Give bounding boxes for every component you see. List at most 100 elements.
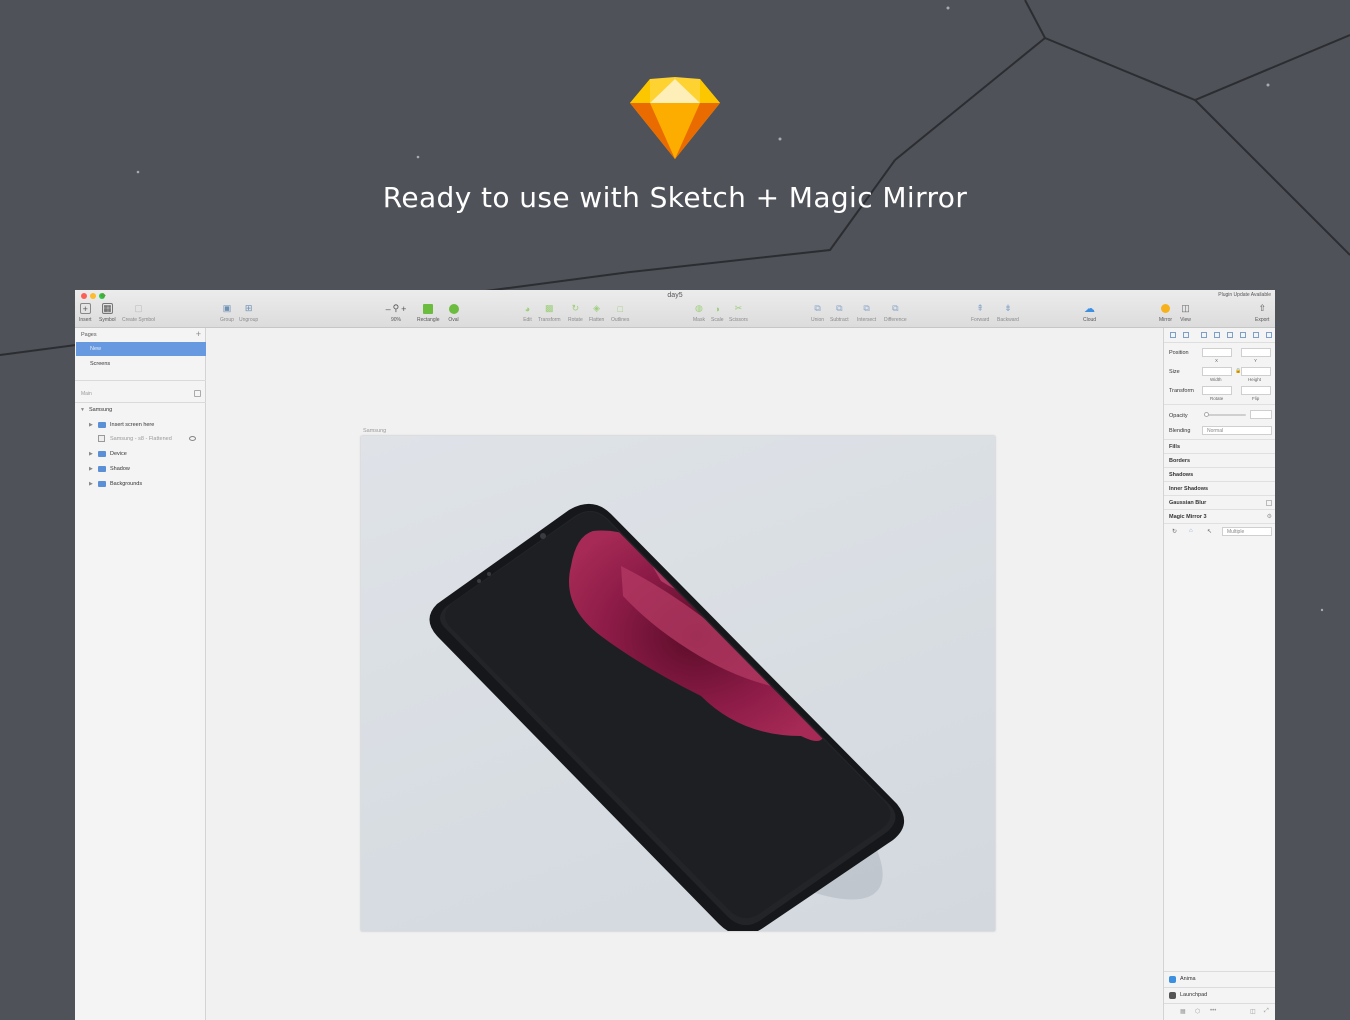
sketch-logo bbox=[630, 77, 720, 159]
flatten-button[interactable]: ◈ Flatten bbox=[589, 303, 604, 323]
oval-button[interactable]: Oval bbox=[448, 303, 459, 323]
magic-mirror-section[interactable]: Magic Mirror 3 ⚙ bbox=[1164, 509, 1275, 523]
edit-button[interactable]: ◕ Edit bbox=[522, 303, 533, 324]
cloud-button[interactable]: ☁ Cloud bbox=[1083, 303, 1096, 323]
subtract-icon: ⧉ bbox=[836, 303, 843, 313]
mirror-button[interactable]: Mirror bbox=[1159, 303, 1172, 323]
shadows-section[interactable]: Shadows bbox=[1164, 467, 1275, 481]
y-input[interactable] bbox=[1241, 348, 1271, 357]
blur-checkbox[interactable] bbox=[1266, 500, 1272, 506]
eye-icon[interactable] bbox=[189, 436, 196, 441]
create-symbol-button[interactable]: ▢ Create Symbol bbox=[122, 303, 155, 323]
layer-device[interactable]: ▶ Device bbox=[75, 447, 205, 461]
forward-button[interactable]: ⇞ Forward bbox=[971, 303, 989, 323]
mirror-mode-select[interactable]: Multiple bbox=[1222, 527, 1272, 536]
borders-section[interactable]: Borders bbox=[1164, 453, 1275, 467]
align-top-icon[interactable] bbox=[1214, 332, 1220, 338]
distribute-horizontal-icon[interactable] bbox=[1253, 332, 1259, 338]
zoom-out-button[interactable]: – bbox=[386, 304, 391, 314]
layer-artboard-samsung[interactable]: ▼ Samsung bbox=[75, 403, 205, 417]
export-button[interactable]: ⇧ Export bbox=[1255, 303, 1269, 323]
flip-buttons[interactable] bbox=[1241, 386, 1271, 395]
mask-button[interactable]: ◍ Mask bbox=[693, 303, 705, 323]
disclosure-closed-icon[interactable]: ▶ bbox=[89, 481, 93, 487]
intersect-icon: ⧉ bbox=[863, 303, 870, 313]
disclosure-open-icon[interactable]: ▼ bbox=[80, 407, 85, 413]
transform-button[interactable]: ▩ Transform bbox=[538, 303, 561, 323]
union-icon: ⧉ bbox=[814, 303, 821, 313]
outlines-button[interactable]: □ Outlines bbox=[611, 303, 629, 324]
height-input[interactable] bbox=[1241, 367, 1271, 376]
align-left-icon[interactable] bbox=[1170, 332, 1176, 338]
align-center-icon[interactable] bbox=[1183, 332, 1189, 338]
align-right-icon[interactable] bbox=[1201, 332, 1207, 338]
settings-gear-icon[interactable]: ⚙ bbox=[1267, 513, 1272, 520]
expand-icon[interactable]: ⤢ bbox=[1264, 1008, 1269, 1015]
scissors-button[interactable]: ✂ Scissors bbox=[729, 303, 748, 323]
ungroup-icon: ⊞ bbox=[244, 303, 253, 313]
image-quality-icon[interactable]: ⌂ bbox=[1189, 528, 1193, 534]
difference-button[interactable]: ⧉ Difference bbox=[884, 303, 907, 323]
grid-icon[interactable]: ▦ bbox=[1180, 1008, 1186, 1015]
magic-mirror-icon bbox=[1160, 303, 1171, 314]
opacity-slider[interactable] bbox=[1204, 414, 1246, 416]
page-item-screens[interactable]: Screens bbox=[76, 357, 206, 371]
distribute-vertical-icon[interactable] bbox=[1266, 332, 1272, 338]
artboard[interactable] bbox=[361, 436, 995, 931]
zoom-in-button[interactable]: + bbox=[401, 304, 406, 314]
layer-backgrounds[interactable]: ▶ Backgrounds bbox=[75, 477, 205, 491]
disclosure-closed-icon[interactable]: ▶ bbox=[89, 422, 93, 428]
plugin-update-notice[interactable]: Plugin Update Available bbox=[1218, 292, 1271, 298]
blending-select[interactable]: Normal bbox=[1202, 426, 1272, 435]
scale-button[interactable]: ◑ Scale bbox=[711, 303, 724, 324]
page-item-new[interactable]: New bbox=[76, 342, 206, 356]
create-symbol-icon: ▢ bbox=[134, 303, 143, 313]
window-icon[interactable]: ◫ bbox=[1250, 1008, 1256, 1015]
rotate-button[interactable]: ↻ Rotate bbox=[568, 303, 583, 323]
flip-sublabel: Flip bbox=[1252, 396, 1260, 401]
rectangle-icon bbox=[423, 303, 434, 314]
plugin-anima[interactable]: Anima bbox=[1164, 971, 1275, 986]
zoom-control[interactable]: – ⚲ + 90% bbox=[381, 303, 411, 323]
ungroup-button[interactable]: ⊞ Ungroup bbox=[239, 303, 258, 323]
x-input[interactable] bbox=[1202, 348, 1232, 357]
backward-button[interactable]: ⇟ Backward bbox=[997, 303, 1019, 323]
more-icon[interactable]: ••• bbox=[1210, 1008, 1216, 1014]
canvas[interactable]: Samsung bbox=[207, 328, 1162, 1020]
rectangle-button[interactable]: Rectangle bbox=[417, 303, 440, 323]
layer-shadow[interactable]: ▶ Shadow bbox=[75, 462, 205, 476]
fills-section[interactable]: Fills bbox=[1164, 439, 1275, 453]
width-input[interactable] bbox=[1202, 367, 1232, 376]
gaussian-blur-section[interactable]: Gaussian Blur bbox=[1164, 495, 1275, 509]
disclosure-closed-icon[interactable]: ▶ bbox=[89, 466, 93, 472]
align-bottom-icon[interactable] bbox=[1240, 332, 1246, 338]
layers-title: Main bbox=[81, 391, 92, 397]
view-icon: ◫ bbox=[1181, 303, 1190, 313]
add-page-button[interactable]: + bbox=[196, 329, 201, 339]
subtract-button[interactable]: ⧉ Subtract bbox=[830, 303, 849, 323]
opacity-input[interactable] bbox=[1250, 410, 1272, 419]
cube-icon[interactable]: ⬡ bbox=[1195, 1008, 1200, 1015]
inner-shadows-section[interactable]: Inner Shadows bbox=[1164, 481, 1275, 495]
link-icon[interactable]: ↖ bbox=[1207, 528, 1212, 535]
symbol-button[interactable]: ▦ Symbol bbox=[99, 303, 116, 323]
folder-icon bbox=[98, 466, 106, 472]
align-middle-icon[interactable] bbox=[1227, 332, 1233, 338]
group-button[interactable]: ▣ Group bbox=[220, 303, 234, 323]
view-button[interactable]: ◫ View bbox=[1180, 303, 1191, 323]
opacity-slider-knob[interactable] bbox=[1204, 412, 1209, 417]
layer-flattened[interactable]: Samsung - s8 - Flattened bbox=[75, 432, 205, 446]
union-button[interactable]: ⧉ Union bbox=[811, 303, 824, 323]
refresh-icon[interactable]: ↻ bbox=[1172, 528, 1177, 535]
rotate-input[interactable] bbox=[1202, 386, 1232, 395]
plugin-launchpad[interactable]: Launchpad bbox=[1164, 987, 1275, 1002]
insert-button[interactable]: + Insert bbox=[79, 303, 92, 323]
disclosure-closed-icon[interactable]: ▶ bbox=[89, 451, 93, 457]
layer-insert-screen[interactable]: ▶ Insert screen here bbox=[75, 418, 205, 432]
intersect-button[interactable]: ⧉ Intersect bbox=[857, 303, 876, 323]
transform-label: Transform bbox=[1169, 388, 1194, 394]
collapse-icon[interactable] bbox=[194, 390, 201, 397]
magic-mirror-controls: ↻ ⌂ ↖ Multiple bbox=[1164, 523, 1275, 541]
artboard-label[interactable]: Samsung bbox=[363, 428, 386, 434]
difference-icon: ⧉ bbox=[892, 303, 899, 313]
